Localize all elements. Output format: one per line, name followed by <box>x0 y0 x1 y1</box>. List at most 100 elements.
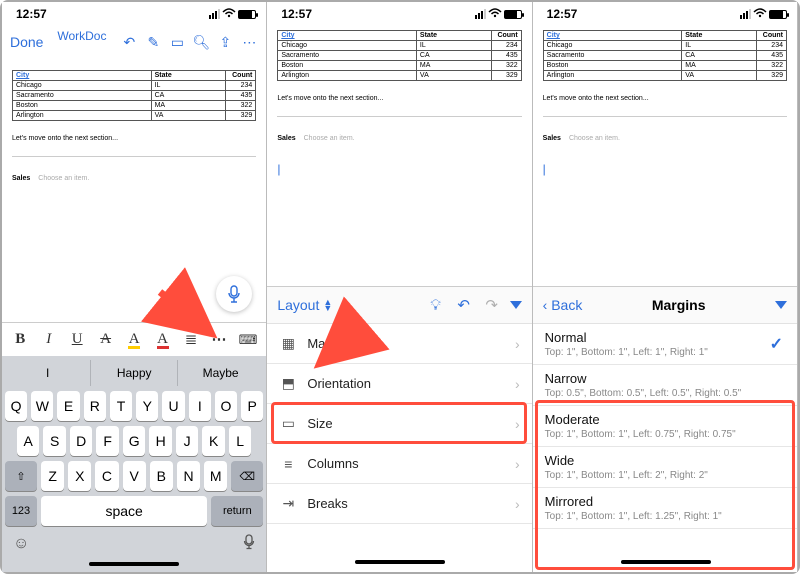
margin-desc: Top: 1", Bottom: 1", Left: 0.75", Right:… <box>545 429 785 440</box>
text-cursor: | <box>543 162 787 176</box>
keyboard-toggle-icon[interactable]: ⌨︎ <box>238 332 258 348</box>
sales-field[interactable]: SalesChoose an item. <box>12 175 256 182</box>
key-m[interactable]: M <box>204 461 227 491</box>
search-icon[interactable]: 🔍︎ <box>192 34 210 51</box>
emoji-key[interactable]: ☺ <box>13 535 29 553</box>
home-indicator[interactable] <box>355 560 445 564</box>
suggestion[interactable]: Happy <box>91 360 177 386</box>
margin-option-wide[interactable]: WideTop: 1", Bottom: 1", Left: 2", Right… <box>533 447 797 488</box>
collapse-icon[interactable] <box>510 301 522 309</box>
screen-margins-panel: 12:57 CityStateCount ChicagoIL234 Sacram… <box>533 2 798 572</box>
key-a[interactable]: A <box>17 426 39 456</box>
battery-icon <box>238 10 256 19</box>
key-y[interactable]: Y <box>136 391 158 421</box>
key-p[interactable]: P <box>241 391 263 421</box>
key-b[interactable]: B <box>150 461 173 491</box>
collapse-icon[interactable] <box>775 301 787 309</box>
menu-orientation[interactable]: ⬒Orientation› <box>267 364 531 404</box>
more-icon[interactable]: ⋯ <box>240 34 258 51</box>
space-key[interactable]: space <box>41 496 207 526</box>
doc-title[interactable]: WorkDoc <box>49 29 114 43</box>
menu-breaks[interactable]: ⇥Breaks› <box>267 484 531 524</box>
underline-button[interactable]: U <box>67 331 87 348</box>
key-w[interactable]: W <box>31 391 53 421</box>
mobile-view-icon[interactable]: ▭ <box>168 34 186 51</box>
battery-icon <box>504 10 522 19</box>
divider <box>12 156 256 157</box>
document-area[interactable]: CityStateCount ChicagoIL234 SacramentoCA… <box>533 22 797 286</box>
redo-icon[interactable]: ↷ <box>482 296 502 314</box>
done-button[interactable]: Done <box>10 34 43 50</box>
backspace-key[interactable]: ⌫ <box>231 461 263 491</box>
key-d[interactable]: D <box>70 426 92 456</box>
home-indicator[interactable] <box>89 562 179 566</box>
key-n[interactable]: N <box>177 461 200 491</box>
key-k[interactable]: K <box>202 426 224 456</box>
menu-size[interactable]: ▭Size› <box>267 404 531 444</box>
bullets-button[interactable]: ≣ <box>181 330 201 349</box>
key-z[interactable]: Z <box>41 461 64 491</box>
key-o[interactable]: O <box>215 391 237 421</box>
format-bar: B I U A A A ≣ ⋯ ⌨︎ <box>2 322 266 356</box>
document-area[interactable]: CityStateCount ChicagoIL234 SacramentoCA… <box>2 62 266 322</box>
lightbulb-icon[interactable]: 💡︎ <box>426 297 446 314</box>
more-format-button[interactable]: ⋯ <box>210 330 230 349</box>
undo-icon[interactable]: ↶ <box>120 34 138 51</box>
key-t[interactable]: T <box>110 391 132 421</box>
layout-panel-header: Layout▲▼ 💡︎ ↶ ↷ <box>267 286 531 324</box>
draw-icon[interactable]: ✎ <box>144 34 162 51</box>
font-color-button[interactable]: A <box>153 331 173 348</box>
key-v[interactable]: V <box>123 461 146 491</box>
key-e[interactable]: E <box>57 391 79 421</box>
margins-panel-header: ‹ Back Margins <box>533 286 797 324</box>
back-button[interactable]: ‹ Back <box>543 297 583 313</box>
doc-table[interactable]: CityStateCount ChicagoIL234 SacramentoCA… <box>543 30 787 81</box>
key-x[interactable]: X <box>68 461 91 491</box>
menu-margins[interactable]: ▦Margins› <box>267 324 531 364</box>
highlight-button[interactable]: A <box>124 331 144 348</box>
key-q[interactable]: Q <box>5 391 27 421</box>
home-indicator[interactable] <box>621 560 711 564</box>
table-row: BostonMA322 <box>13 101 256 111</box>
key-h[interactable]: H <box>149 426 171 456</box>
key-s[interactable]: S <box>43 426 65 456</box>
columns-icon: ≡ <box>279 456 297 472</box>
layout-dropdown[interactable]: Layout▲▼ <box>277 297 332 313</box>
return-key[interactable]: return <box>211 496 263 526</box>
shift-key[interactable]: ⇧ <box>5 461 37 491</box>
menu-columns[interactable]: ≡Columns› <box>267 444 531 484</box>
wifi-icon <box>753 8 767 21</box>
share-icon[interactable]: ⇪ <box>216 34 234 51</box>
key-i[interactable]: I <box>189 391 211 421</box>
document-area[interactable]: CityStateCount ChicagoIL234 SacramentoCA… <box>267 22 531 286</box>
margins-icon: ▦ <box>279 335 297 352</box>
margin-name: Normal <box>545 330 785 345</box>
dictate-button[interactable] <box>216 276 252 312</box>
margin-option-normal[interactable]: NormalTop: 1", Bottom: 1", Left: 1", Rig… <box>533 324 797 365</box>
body-text: Let's move onto the next section... <box>12 135 256 142</box>
margin-name: Mirrored <box>545 494 785 509</box>
key-f[interactable]: F <box>96 426 118 456</box>
undo-icon[interactable]: ↶ <box>454 296 474 314</box>
doc-table[interactable]: CityStateCount ChicagoIL234 SacramentoCA… <box>277 30 521 81</box>
key-r[interactable]: R <box>84 391 106 421</box>
status-time: 12:57 <box>16 7 209 21</box>
margin-option-narrow[interactable]: NarrowTop: 0.5", Bottom: 0.5", Left: 0.5… <box>533 365 797 406</box>
margin-option-mirrored[interactable]: MirroredTop: 1", Bottom: 1", Left: 1.25"… <box>533 488 797 529</box>
key-j[interactable]: J <box>176 426 198 456</box>
dictate-key[interactable] <box>243 534 255 555</box>
suggestion[interactable]: Maybe <box>178 360 263 386</box>
strike-button[interactable]: A <box>96 331 116 348</box>
suggestion[interactable]: I <box>5 360 91 386</box>
key-c[interactable]: C <box>95 461 118 491</box>
key-l[interactable]: L <box>229 426 251 456</box>
margin-option-moderate[interactable]: ModerateTop: 1", Bottom: 1", Left: 0.75"… <box>533 406 797 447</box>
numbers-key[interactable]: 123 <box>5 496 37 526</box>
key-u[interactable]: U <box>162 391 184 421</box>
app-toolbar: Done WorkDoc ↶ ✎ ▭ 🔍︎ ⇪ ⋯ <box>2 22 266 62</box>
key-g[interactable]: G <box>123 426 145 456</box>
status-bar: 12:57 <box>2 2 266 22</box>
doc-table[interactable]: CityStateCount ChicagoIL234 SacramentoCA… <box>12 70 256 121</box>
bold-button[interactable]: B <box>10 331 30 348</box>
italic-button[interactable]: I <box>39 331 59 348</box>
